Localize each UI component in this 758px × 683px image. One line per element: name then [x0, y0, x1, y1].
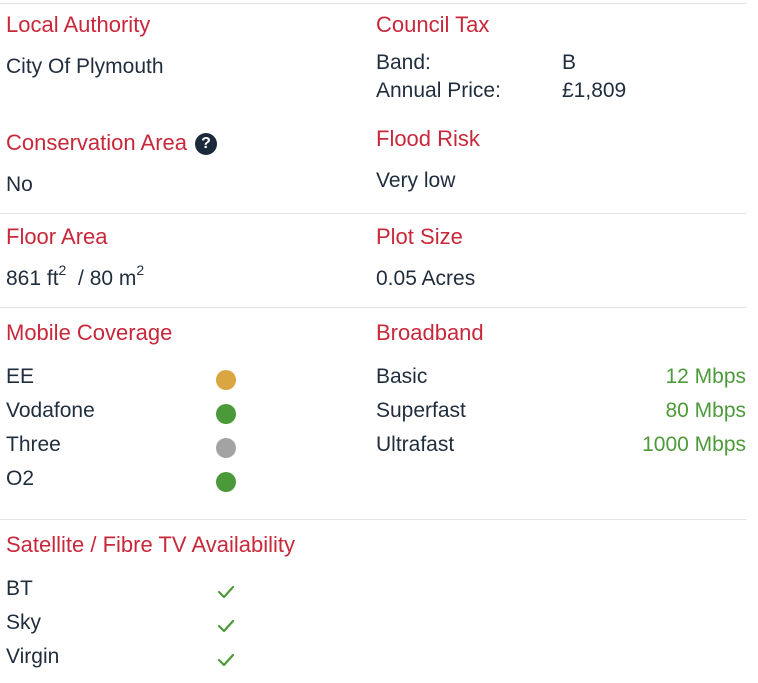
network-name-o2: O2 [6, 467, 35, 490]
council-tax-heading: Council Tax [376, 12, 490, 37]
help-icon[interactable]: ? [195, 133, 217, 155]
coverage-dot-three [216, 438, 236, 458]
broadband-tier-superfast: Superfast [376, 399, 466, 422]
conservation-area-heading: Conservation Area? [6, 130, 217, 156]
broadband-speed-superfast: 80 Mbps [665, 399, 746, 422]
floor-area-m-exponent: 2 [136, 262, 145, 278]
coverage-dot-vodafone [216, 404, 236, 424]
flood-risk-value: Very low [376, 169, 456, 192]
check-icon [217, 585, 235, 599]
conservation-area-value: No [6, 173, 33, 196]
flood-risk-heading: Flood Risk [376, 126, 480, 151]
check-icon [217, 653, 235, 667]
network-name-vodafone: Vodafone [6, 399, 95, 422]
divider-top [0, 3, 746, 4]
broadband-tier-ultrafast: Ultrafast [376, 433, 455, 456]
divider-1 [0, 213, 746, 214]
broadband-heading: Broadband [376, 320, 484, 345]
broadband-tier-basic: Basic [376, 365, 428, 388]
plot-size-value: 0.05 Acres [376, 267, 476, 290]
floor-area-m: 80 m [89, 267, 137, 290]
council-tax-price-label: Annual Price: [376, 79, 501, 102]
broadband-speed-ultrafast: 1000 Mbps [642, 433, 746, 456]
network-name-three: Three [6, 433, 61, 456]
tv-provider-virgin: Virgin [6, 645, 60, 668]
broadband-speed-basic: 12 Mbps [665, 365, 746, 388]
floor-area-separator: / [78, 267, 84, 290]
conservation-area-label: Conservation Area [6, 130, 187, 155]
local-authority-value: City Of Plymouth [6, 55, 164, 78]
floor-area-value: 861 ft2 / 80 m2 [6, 263, 144, 291]
plot-size-heading: Plot Size [376, 224, 463, 249]
divider-2 [0, 307, 746, 308]
council-tax-price-value: £1,809 [562, 79, 627, 102]
tv-provider-bt: BT [6, 577, 33, 600]
coverage-dot-o2 [216, 472, 236, 492]
mobile-coverage-heading: Mobile Coverage [6, 320, 173, 345]
check-icon [217, 619, 235, 633]
coverage-dot-ee [216, 370, 236, 390]
council-tax-band-label: Band: [376, 51, 431, 74]
divider-3 [0, 519, 746, 520]
floor-area-heading: Floor Area [6, 224, 108, 249]
tv-availability-heading: Satellite / Fibre TV Availability [6, 532, 295, 557]
network-name-ee: EE [6, 365, 35, 388]
local-authority-heading: Local Authority [6, 12, 151, 37]
floor-area-ft-exponent: 2 [58, 262, 67, 278]
council-tax-band-value: B [562, 51, 577, 74]
tv-provider-sky: Sky [6, 611, 42, 634]
floor-area-ft: 861 ft [6, 267, 59, 290]
